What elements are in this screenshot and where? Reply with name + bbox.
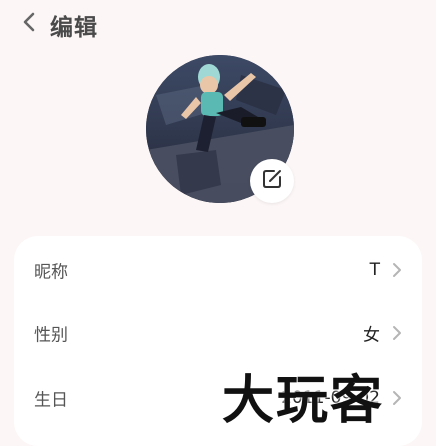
avatar-section xyxy=(146,55,294,203)
edit-avatar-button[interactable] xyxy=(250,159,294,203)
gender-label: 性别 xyxy=(34,325,68,346)
gender-value: 女 xyxy=(363,325,380,346)
chevron-right-icon xyxy=(390,389,404,407)
back-button[interactable] xyxy=(16,10,42,38)
nickname-label: 昵称 xyxy=(34,262,68,283)
edit-icon xyxy=(261,168,283,194)
nickname-value: T xyxy=(369,260,380,280)
top-bar: 编辑 xyxy=(0,0,436,50)
chevron-right-icon xyxy=(390,261,404,279)
page-title: 编辑 xyxy=(50,15,98,41)
nickname-row[interactable]: 昵称 T xyxy=(14,242,422,298)
chevron-left-icon xyxy=(22,11,36,37)
watermark-logo: 大玩客 xyxy=(222,371,385,431)
gender-row[interactable]: 性别 女 xyxy=(14,305,422,361)
birthday-label: 生日 xyxy=(34,390,68,411)
chevron-right-icon xyxy=(390,324,404,342)
